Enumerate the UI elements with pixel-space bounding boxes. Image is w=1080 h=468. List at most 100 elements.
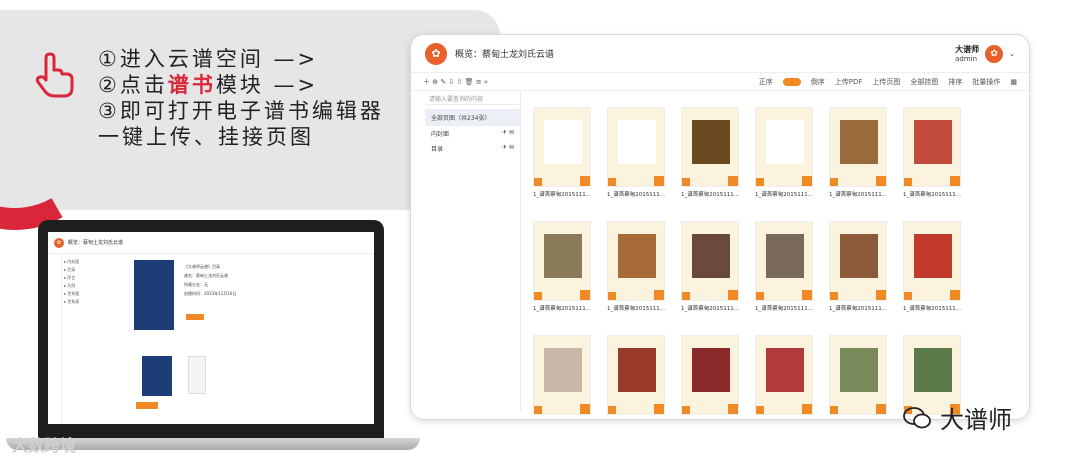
- upload-page-button[interactable]: 上传页图: [872, 77, 900, 87]
- sidebar-search-input[interactable]: 请输入要查询的内容: [425, 91, 520, 105]
- page-badge-icon: [654, 176, 664, 186]
- checkbox-icon[interactable]: [756, 406, 764, 414]
- checkbox-icon[interactable]: [830, 292, 838, 300]
- page-badge-icon: [654, 290, 664, 300]
- page-thumbnail[interactable]: 1_谱首蔡甸2015111...: [533, 107, 599, 211]
- page-grid: 1_谱首蔡甸2015111... 1_谱首蔡甸2015111... 1_谱首蔡甸20…: [533, 107, 1013, 417]
- page-image[interactable]: [681, 221, 739, 301]
- laptop-add-button[interactable]: [136, 402, 158, 409]
- sort-asc[interactable]: 正序: [759, 77, 773, 87]
- page-thumbnail[interactable]: 1_谱首蔡甸2015111...: [681, 107, 747, 211]
- page-image[interactable]: [533, 107, 591, 187]
- step-4: 一键上传、挂接页图: [98, 125, 314, 149]
- page-thumbnail[interactable]: 1_谱首蔡甸2015111...: [607, 107, 673, 211]
- page-thumbnail[interactable]: 1_谱首蔡甸2015111...: [755, 221, 821, 325]
- page-caption: 1_谱首蔡甸2015111...: [903, 192, 961, 198]
- batch-button[interactable]: 批量操作: [972, 77, 1000, 87]
- page-image[interactable]: [607, 107, 665, 187]
- toolbar-icons[interactable]: ＋ ⊕ ✎ ⇩ ⇧ 🗑 ≡ «: [423, 77, 488, 87]
- page-thumbnail[interactable]: 1_谱首蔡甸2015111...: [829, 107, 895, 211]
- page-picture: [692, 120, 730, 164]
- page-badge-icon: [802, 290, 812, 300]
- checkbox-icon[interactable]: [904, 178, 912, 186]
- page-caption: 1_谱首蔡甸2015111...: [533, 192, 591, 198]
- sort-button[interactable]: 排序: [948, 77, 962, 87]
- checkbox-icon[interactable]: [756, 292, 764, 300]
- page-picture: [692, 348, 730, 392]
- checkbox-icon[interactable]: [830, 406, 838, 414]
- page-picture: [544, 348, 582, 392]
- upload-pdf-button[interactable]: 上传PDF: [835, 77, 863, 87]
- checkbox-icon[interactable]: [682, 292, 690, 300]
- page-image[interactable]: [755, 221, 813, 301]
- page-picture: [840, 234, 878, 278]
- sort-toggle[interactable]: [782, 77, 801, 86]
- laptop-edit-button[interactable]: [186, 314, 204, 320]
- page-thumbnail[interactable]: 1_谱首蔡甸2015111...: [533, 221, 599, 325]
- page-thumbnail[interactable]: 1_谱首蔡甸2015111...: [829, 335, 895, 419]
- page-badge-icon: [580, 176, 590, 186]
- checkbox-icon[interactable]: [904, 292, 912, 300]
- checkbox-icon[interactable]: [534, 406, 542, 414]
- page-thumbnail[interactable]: 1_谱首蔡甸2015111...: [533, 335, 599, 419]
- avatar[interactable]: ✿: [985, 44, 1004, 63]
- window-header: ✿ 概览：蔡甸土龙刘氏云谱 大谱师 admin ✿ ⌄: [411, 35, 1029, 73]
- checkbox-icon[interactable]: [682, 406, 690, 414]
- page-image[interactable]: [681, 107, 739, 187]
- page-image[interactable]: [681, 335, 739, 415]
- sort-desc[interactable]: 倒序: [811, 77, 825, 87]
- checkbox-icon[interactable]: [534, 292, 542, 300]
- page-caption: 1_谱首蔡甸2015111...: [829, 192, 887, 198]
- page-picture: [840, 348, 878, 392]
- page-image[interactable]: [829, 221, 887, 301]
- sidebar-all-pages[interactable]: 全部页图（共234张）: [425, 109, 520, 126]
- page-image[interactable]: [533, 221, 591, 301]
- page-image[interactable]: [903, 221, 961, 301]
- checkbox-icon[interactable]: [608, 292, 616, 300]
- page-image[interactable]: [755, 335, 813, 415]
- laptop-logo-icon: ✿: [54, 237, 64, 248]
- checkbox-icon[interactable]: [830, 178, 838, 186]
- user-role: admin: [955, 55, 978, 63]
- laptop-thumb-2[interactable]: [188, 356, 206, 394]
- checkbox-icon[interactable]: [608, 178, 616, 186]
- page-image[interactable]: [755, 107, 813, 187]
- brand: 大谱师: [902, 400, 1012, 435]
- user-menu[interactable]: 大谱师 admin ✿ ⌄: [955, 44, 1015, 63]
- page-badge-icon: [580, 290, 590, 300]
- window-title: 概览：蔡甸土龙刘氏云谱: [455, 50, 555, 60]
- checkbox-icon[interactable]: [534, 178, 542, 186]
- page-thumbnail[interactable]: 1_谱首蔡甸2015111...: [607, 221, 673, 325]
- page-image[interactable]: [607, 335, 665, 415]
- page-thumbnail[interactable]: 1_谱首蔡甸2015111...: [755, 335, 821, 419]
- page-thumbnail[interactable]: 1_谱首蔡甸2015111...: [903, 221, 969, 325]
- grid-view-icon[interactable]: ▦: [1010, 78, 1017, 86]
- checkbox-icon[interactable]: [682, 178, 690, 186]
- page-thumbnail[interactable]: 1_谱首蔡甸2015111...: [755, 107, 821, 211]
- step-3: ③即可打开电子谱书编辑器: [98, 99, 384, 123]
- page-thumbnail[interactable]: 1_谱首蔡甸2015111...: [903, 107, 969, 211]
- checkbox-icon[interactable]: [608, 406, 616, 414]
- page-image[interactable]: [607, 221, 665, 301]
- page-image[interactable]: [903, 107, 961, 187]
- page-thumbnail[interactable]: 1_谱首蔡甸2015111...: [681, 221, 747, 325]
- page-image[interactable]: [829, 335, 887, 415]
- laptop-book-cover[interactable]: [134, 260, 174, 330]
- page-caption: 1_谱首蔡甸2015111...: [829, 306, 887, 312]
- checkbox-icon[interactable]: [756, 178, 764, 186]
- page-badge-icon: [728, 404, 738, 414]
- chevron-down-icon[interactable]: ⌄: [1009, 50, 1015, 58]
- page-image[interactable]: [829, 107, 887, 187]
- attach-all-button[interactable]: 全部挂图: [910, 77, 938, 87]
- page-caption: 1_谱首蔡甸2015111...: [607, 192, 665, 198]
- sidebar-item-toc[interactable]: 目录 ✈ ✉: [425, 141, 520, 156]
- pin-icon: ✈ ✉: [502, 129, 514, 136]
- step-1: ①进入云谱空间 —>: [98, 47, 319, 71]
- sidebar-item-cover[interactable]: 内封面 ✈ ✉: [425, 126, 520, 141]
- laptop-thumb-1[interactable]: [142, 356, 172, 396]
- page-caption: 1_谱首蔡甸2015111...: [533, 418, 591, 419]
- page-thumbnail[interactable]: 1_谱首蔡甸2015111...: [829, 221, 895, 325]
- page-thumbnail[interactable]: 1_谱首蔡甸2015111...: [607, 335, 673, 419]
- page-image[interactable]: [533, 335, 591, 415]
- page-thumbnail[interactable]: 1_谱首蔡甸2015111...: [681, 335, 747, 419]
